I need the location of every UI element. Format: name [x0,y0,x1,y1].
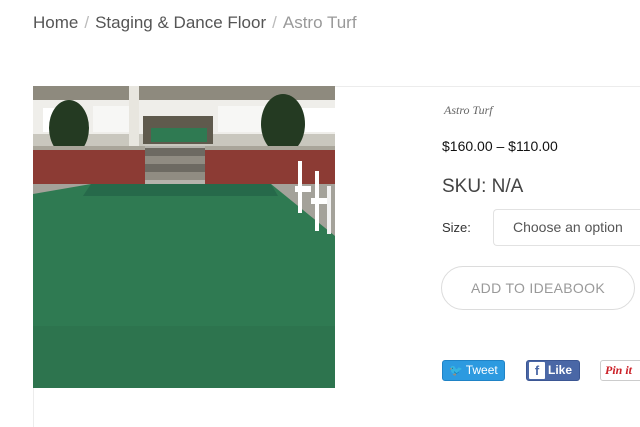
twitter-icon: 🐦 [449,365,463,377]
product-sku: SKU: N/A [442,176,524,197]
breadcrumb-category-link[interactable]: Staging & Dance Floor [95,13,266,32]
like-label: Like [548,363,573,377]
add-to-ideabook-button[interactable]: ADD TO IDEABOOK [441,266,635,310]
product-price: $160.00 – $110.00 [442,138,558,154]
tweet-label: Tweet [465,363,498,377]
product-photo-graphic [33,86,335,388]
product-subtitle: Astro Turf [444,103,493,117]
size-select[interactable]: Choose an option [493,209,640,246]
breadcrumb-separator: / [84,13,90,32]
breadcrumb-home-link[interactable]: Home [33,13,78,32]
gallery-border [33,388,34,427]
breadcrumb-current: Astro Turf [282,13,357,32]
breadcrumb: Home / Staging & Dance Floor / Astro Turf [33,13,357,33]
facebook-icon: f [529,362,545,379]
facebook-like-button[interactable]: f Like [526,360,580,381]
tweet-button[interactable]: 🐦 Tweet [442,360,505,381]
breadcrumb-separator: / [272,13,277,32]
size-label: Size: [442,220,471,235]
pin-it-button[interactable]: Pin it [600,360,640,381]
product-image[interactable] [33,86,335,388]
